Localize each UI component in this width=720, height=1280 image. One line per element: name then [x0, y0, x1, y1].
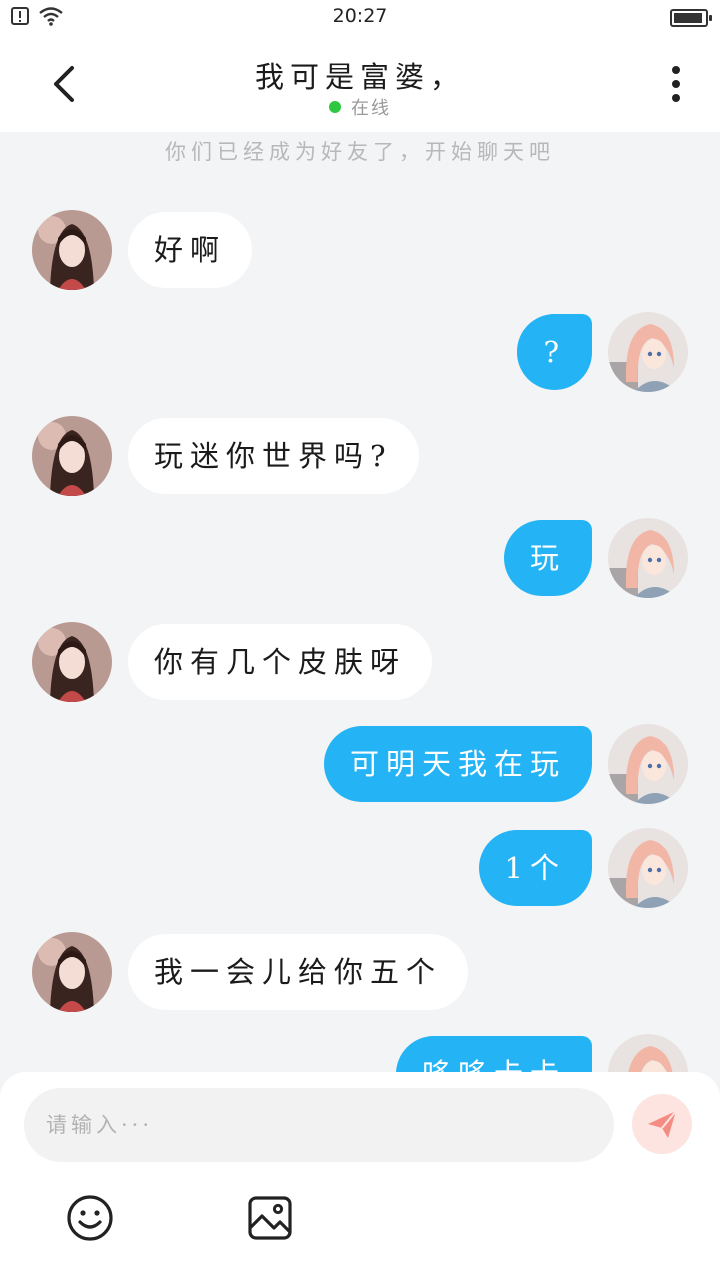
online-dot-icon	[329, 101, 341, 113]
message-bubble: 可明天我在玩	[323, 726, 592, 802]
message-bubble: 玩	[503, 520, 592, 596]
message-bubble: ?	[517, 314, 592, 390]
contact-avatar[interactable]	[32, 932, 112, 1012]
user-avatar[interactable]	[608, 518, 688, 598]
battery-icon	[670, 9, 712, 27]
message-row: 玩迷你世界吗?	[0, 416, 720, 496]
message-row: 我一会儿给你五个	[0, 932, 720, 1012]
emoji-button[interactable]	[66, 1194, 114, 1242]
online-label: 在线	[351, 98, 391, 119]
status-bar: 20:27	[0, 0, 720, 36]
message-bubble: 你有几个皮肤呀	[128, 624, 433, 700]
user-avatar[interactable]	[608, 312, 688, 392]
contact-avatar[interactable]	[32, 210, 112, 290]
smiley-icon	[67, 1195, 113, 1241]
message-row: 玩	[0, 518, 720, 598]
message-bubble: 玩迷你世界吗?	[128, 418, 419, 494]
chat-area[interactable]: 你们已经成为好友了，开始聊天吧 好啊 ? 玩迷你世界吗? 玩 你有几个皮肤呀 可…	[0, 132, 720, 1072]
message-bubble: 哆哆卡卡	[395, 1036, 592, 1072]
chat-title: 我可是富婆，	[254, 60, 465, 94]
user-avatar[interactable]	[608, 724, 688, 804]
message-input[interactable]	[24, 1088, 614, 1162]
contact-avatar[interactable]	[32, 622, 112, 702]
message-row: 可明天我在玩	[0, 724, 720, 804]
message-row: ?	[0, 312, 720, 392]
system-note: 你们已经成为好友了，开始聊天吧	[165, 140, 555, 164]
send-icon	[648, 1110, 677, 1138]
more-vertical-icon	[672, 66, 680, 102]
chat-header: 我可是富婆， 在线	[0, 36, 720, 132]
input-panel	[0, 1072, 720, 1280]
message-bubble: 好啊	[128, 212, 253, 288]
message-row: 你有几个皮肤呀	[0, 622, 720, 702]
message-row: 1个	[0, 828, 720, 908]
image-icon	[248, 1196, 292, 1240]
more-button[interactable]	[658, 60, 694, 108]
image-button[interactable]	[246, 1194, 294, 1242]
user-avatar[interactable]	[608, 1034, 688, 1072]
user-avatar[interactable]	[608, 828, 688, 908]
message-bubble: 1个	[478, 830, 592, 906]
message-bubble: 我一会儿给你五个	[128, 934, 469, 1010]
status-time: 20:27	[332, 5, 388, 27]
message-row: 好啊	[0, 210, 720, 290]
online-status: 在线	[0, 94, 720, 120]
contact-avatar[interactable]	[32, 416, 112, 496]
message-row: 哆哆卡卡	[0, 1034, 720, 1072]
send-button[interactable]	[632, 1094, 692, 1154]
